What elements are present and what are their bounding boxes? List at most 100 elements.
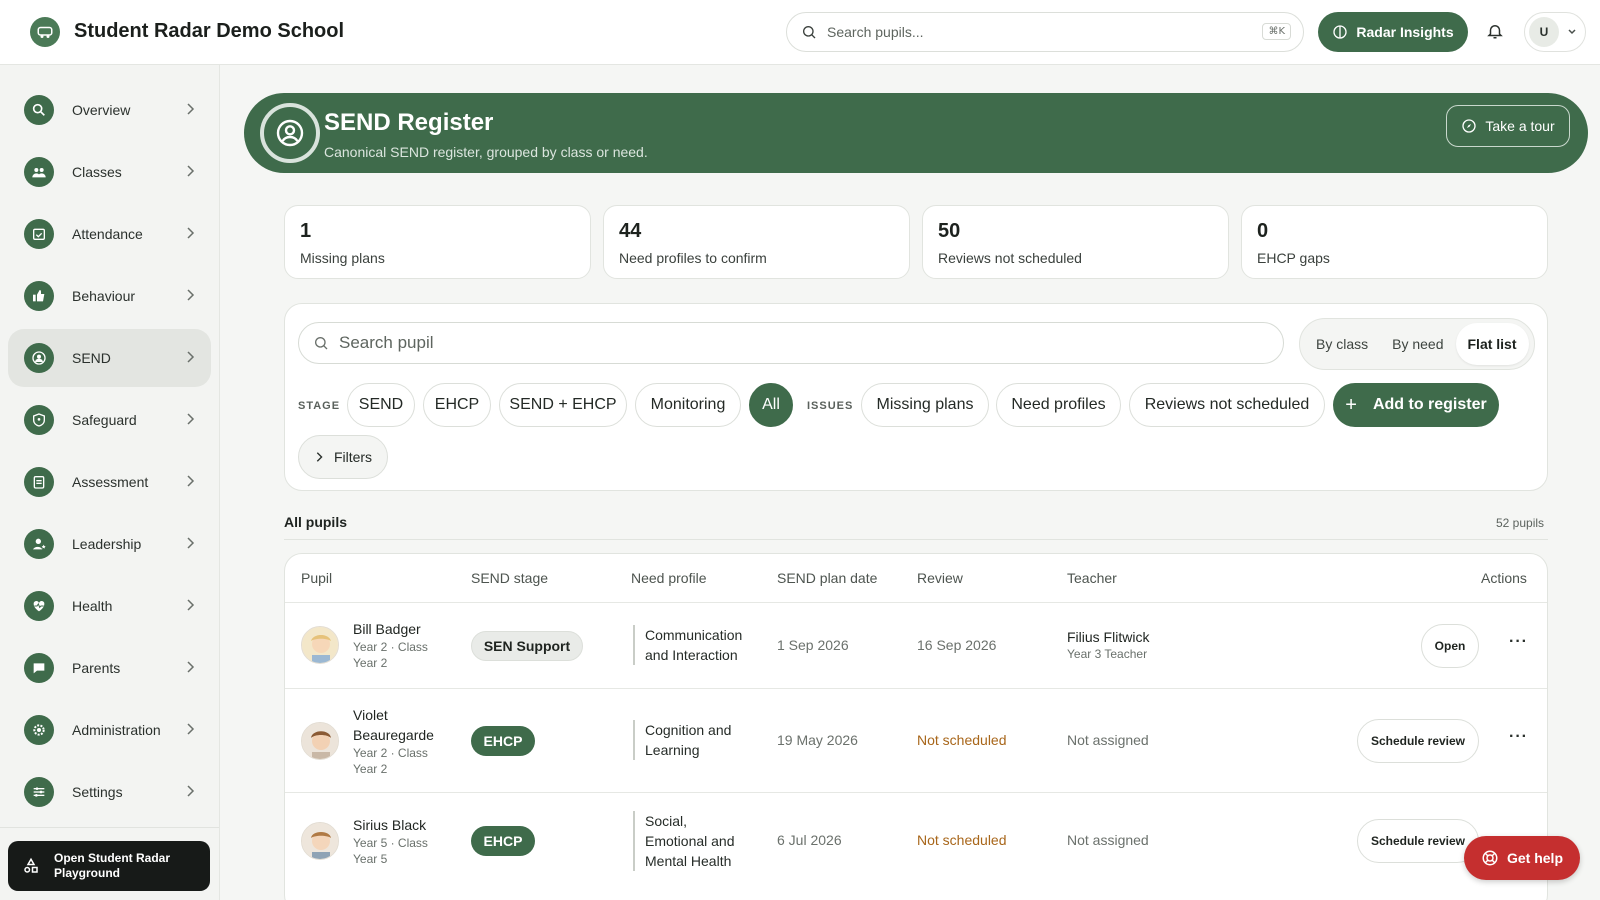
chevron-right-icon (187, 723, 195, 735)
sidebar-item-health[interactable]: Health (8, 577, 211, 635)
chevron-right-icon (187, 785, 195, 797)
pupil-avatar (301, 626, 339, 664)
sidebar-item-classes[interactable]: Classes (8, 143, 211, 201)
avatar: U (1529, 17, 1559, 47)
take-a-tour-button[interactable]: Take a tour (1446, 105, 1570, 147)
filters-toggle-button[interactable]: Filters (298, 435, 388, 479)
view-by-need[interactable]: By need (1380, 323, 1455, 365)
stage-chip-ehcp[interactable]: EHCP (423, 383, 491, 427)
sidebar-item-overview[interactable]: Overview (8, 81, 211, 139)
users-icon (24, 157, 54, 187)
need-profile: Cognition and Learning (633, 720, 761, 760)
column-header-review[interactable]: Review (917, 570, 963, 586)
sidebar-item-label: Settings (72, 784, 123, 800)
more-icon[interactable]: ··· (1509, 633, 1528, 651)
search-placeholder: Search pupils... (827, 24, 924, 40)
chevron-right-icon (187, 537, 195, 549)
stage-chip-monitoring[interactable]: Monitoring (635, 383, 741, 427)
sidebar-item-settings[interactable]: Settings (8, 763, 211, 821)
column-header-actions: Actions (1481, 570, 1527, 586)
sidebar-item-attendance[interactable]: Attendance (8, 205, 211, 263)
playground-label: Open Student Radar Playground (54, 851, 171, 880)
stage-chip-send-ehcp[interactable]: SEND + EHCP (499, 383, 627, 427)
column-header-plan-date[interactable]: SEND plan date (777, 570, 877, 586)
column-header-send-stage[interactable]: SEND stage (471, 570, 548, 586)
stage-chip-all[interactable]: All (749, 383, 793, 427)
sidebar-item-leadership[interactable]: Leadership (8, 515, 211, 573)
teacher-info: Filius Flitwick Year 3 Teacher (1067, 629, 1149, 661)
pupil-info[interactable]: Sirius Black Year 5 · Class Year 5 (353, 815, 428, 867)
table-row[interactable]: Bill Badger Year 2 · Class Year 2 SEN Su… (285, 602, 1547, 688)
column-header-pupil[interactable]: Pupil (301, 570, 332, 586)
pupil-info[interactable]: Bill Badger Year 2 · Class Year 2 (353, 619, 428, 671)
filters-label: Filters (333, 449, 373, 465)
pupil-search-input[interactable]: Search pupils... ⌘K (786, 12, 1304, 52)
pupil-name: Violet Beauregarde (353, 707, 434, 743)
bell-icon[interactable] (1486, 22, 1504, 45)
open-button[interactable]: Open (1421, 624, 1479, 668)
stage-label: STAGE (298, 400, 341, 412)
thumbs-up-icon (24, 281, 54, 311)
sliders-icon (24, 777, 54, 807)
stage-chip-send[interactable]: SEND (347, 383, 415, 427)
stat-card-need-profiles[interactable]: 44 Need profiles to confirm (603, 205, 910, 279)
stat-value: 44 (619, 220, 642, 242)
stat-card-reviews-not-scheduled[interactable]: 50 Reviews not scheduled (922, 205, 1229, 279)
sidebar-item-administration[interactable]: Administration (8, 701, 211, 759)
pupil-info[interactable]: Violet Beauregarde Year 2 · Class Year 2 (353, 705, 453, 777)
sidebar-item-safeguard[interactable]: Safeguard (8, 391, 211, 449)
sidebar-item-label: Leadership (72, 536, 142, 552)
send-register-table: Pupil SEND stage Need profile SEND plan … (284, 553, 1548, 900)
sidebar-item-send[interactable]: SEND (8, 329, 211, 387)
pupil-year: Year 5 (353, 852, 388, 866)
search-icon (803, 26, 816, 39)
search-pupil-input[interactable]: Search pupil (298, 322, 1284, 364)
plan-date: 1 Sep 2026 (777, 637, 849, 653)
pupil-avatar (301, 722, 339, 760)
review-date: 16 Sep 2026 (917, 637, 997, 653)
view-by-class[interactable]: By class (1304, 323, 1380, 365)
column-header-teacher[interactable]: Teacher (1067, 570, 1117, 586)
chevron-right-icon (187, 351, 195, 363)
more-icon[interactable]: ··· (1509, 728, 1528, 746)
status-badge: EHCP (471, 826, 535, 856)
issue-chip-need-profiles[interactable]: Need profiles (996, 383, 1121, 427)
chevron-right-icon (187, 413, 195, 425)
clipboard-icon (24, 467, 54, 497)
view-flat-list[interactable]: Flat list (1455, 323, 1529, 365)
chevron-right-icon (187, 475, 195, 487)
school-logo-icon[interactable] (30, 17, 60, 47)
compass-icon (1462, 119, 1477, 133)
pupil-avatar (301, 822, 339, 860)
get-help-button[interactable]: Get help (1464, 836, 1580, 880)
stat-card-ehcp-gaps[interactable]: 0 EHCP gaps (1241, 205, 1548, 279)
stat-label: Reviews not scheduled (938, 250, 1082, 266)
page-banner: SEND Register Canonical SEND register, g… (244, 93, 1588, 173)
keyboard-shortcut: ⌘K (1262, 23, 1291, 40)
add-to-register-button[interactable]: + Add to register (1333, 383, 1499, 427)
pupil-class: Year 2 · Class (353, 640, 428, 654)
sidebar-item-assessment[interactable]: Assessment (8, 453, 211, 511)
stat-card-missing-plans[interactable]: 1 Missing plans (284, 205, 591, 279)
radar-insights-label: Radar Insights (1356, 24, 1454, 40)
stat-label: Missing plans (300, 250, 385, 266)
column-header-need-profile[interactable]: Need profile (631, 570, 707, 586)
sidebar-item-behaviour[interactable]: Behaviour (8, 267, 211, 325)
top-bar: Student Radar Demo School Search pupils.… (0, 0, 1600, 65)
open-playground-button[interactable]: Open Student Radar Playground (8, 841, 210, 891)
search-pupil-placeholder: Search pupil (339, 333, 434, 352)
table-row[interactable]: Violet Beauregarde Year 2 · Class Year 2… (285, 688, 1547, 792)
table-row[interactable]: Sirius Black Year 5 · Class Year 5 EHCP … (285, 792, 1547, 888)
issue-chip-reviews-not-scheduled[interactable]: Reviews not scheduled (1129, 383, 1325, 427)
schedule-review-button[interactable]: Schedule review (1357, 819, 1479, 863)
need-profile: Communication and Interaction (633, 625, 761, 665)
chat-icon (24, 653, 54, 683)
radar-insights-button[interactable]: Radar Insights (1318, 12, 1468, 52)
user-menu[interactable]: U (1524, 12, 1586, 52)
page-title: SEND Register (324, 109, 494, 136)
shapes-icon (24, 857, 38, 873)
schedule-review-button[interactable]: Schedule review (1357, 719, 1479, 763)
page-subtitle: Canonical SEND register, grouped by clas… (324, 144, 648, 160)
issue-chip-missing-plans[interactable]: Missing plans (861, 383, 989, 427)
sidebar-item-parents[interactable]: Parents (8, 639, 211, 697)
